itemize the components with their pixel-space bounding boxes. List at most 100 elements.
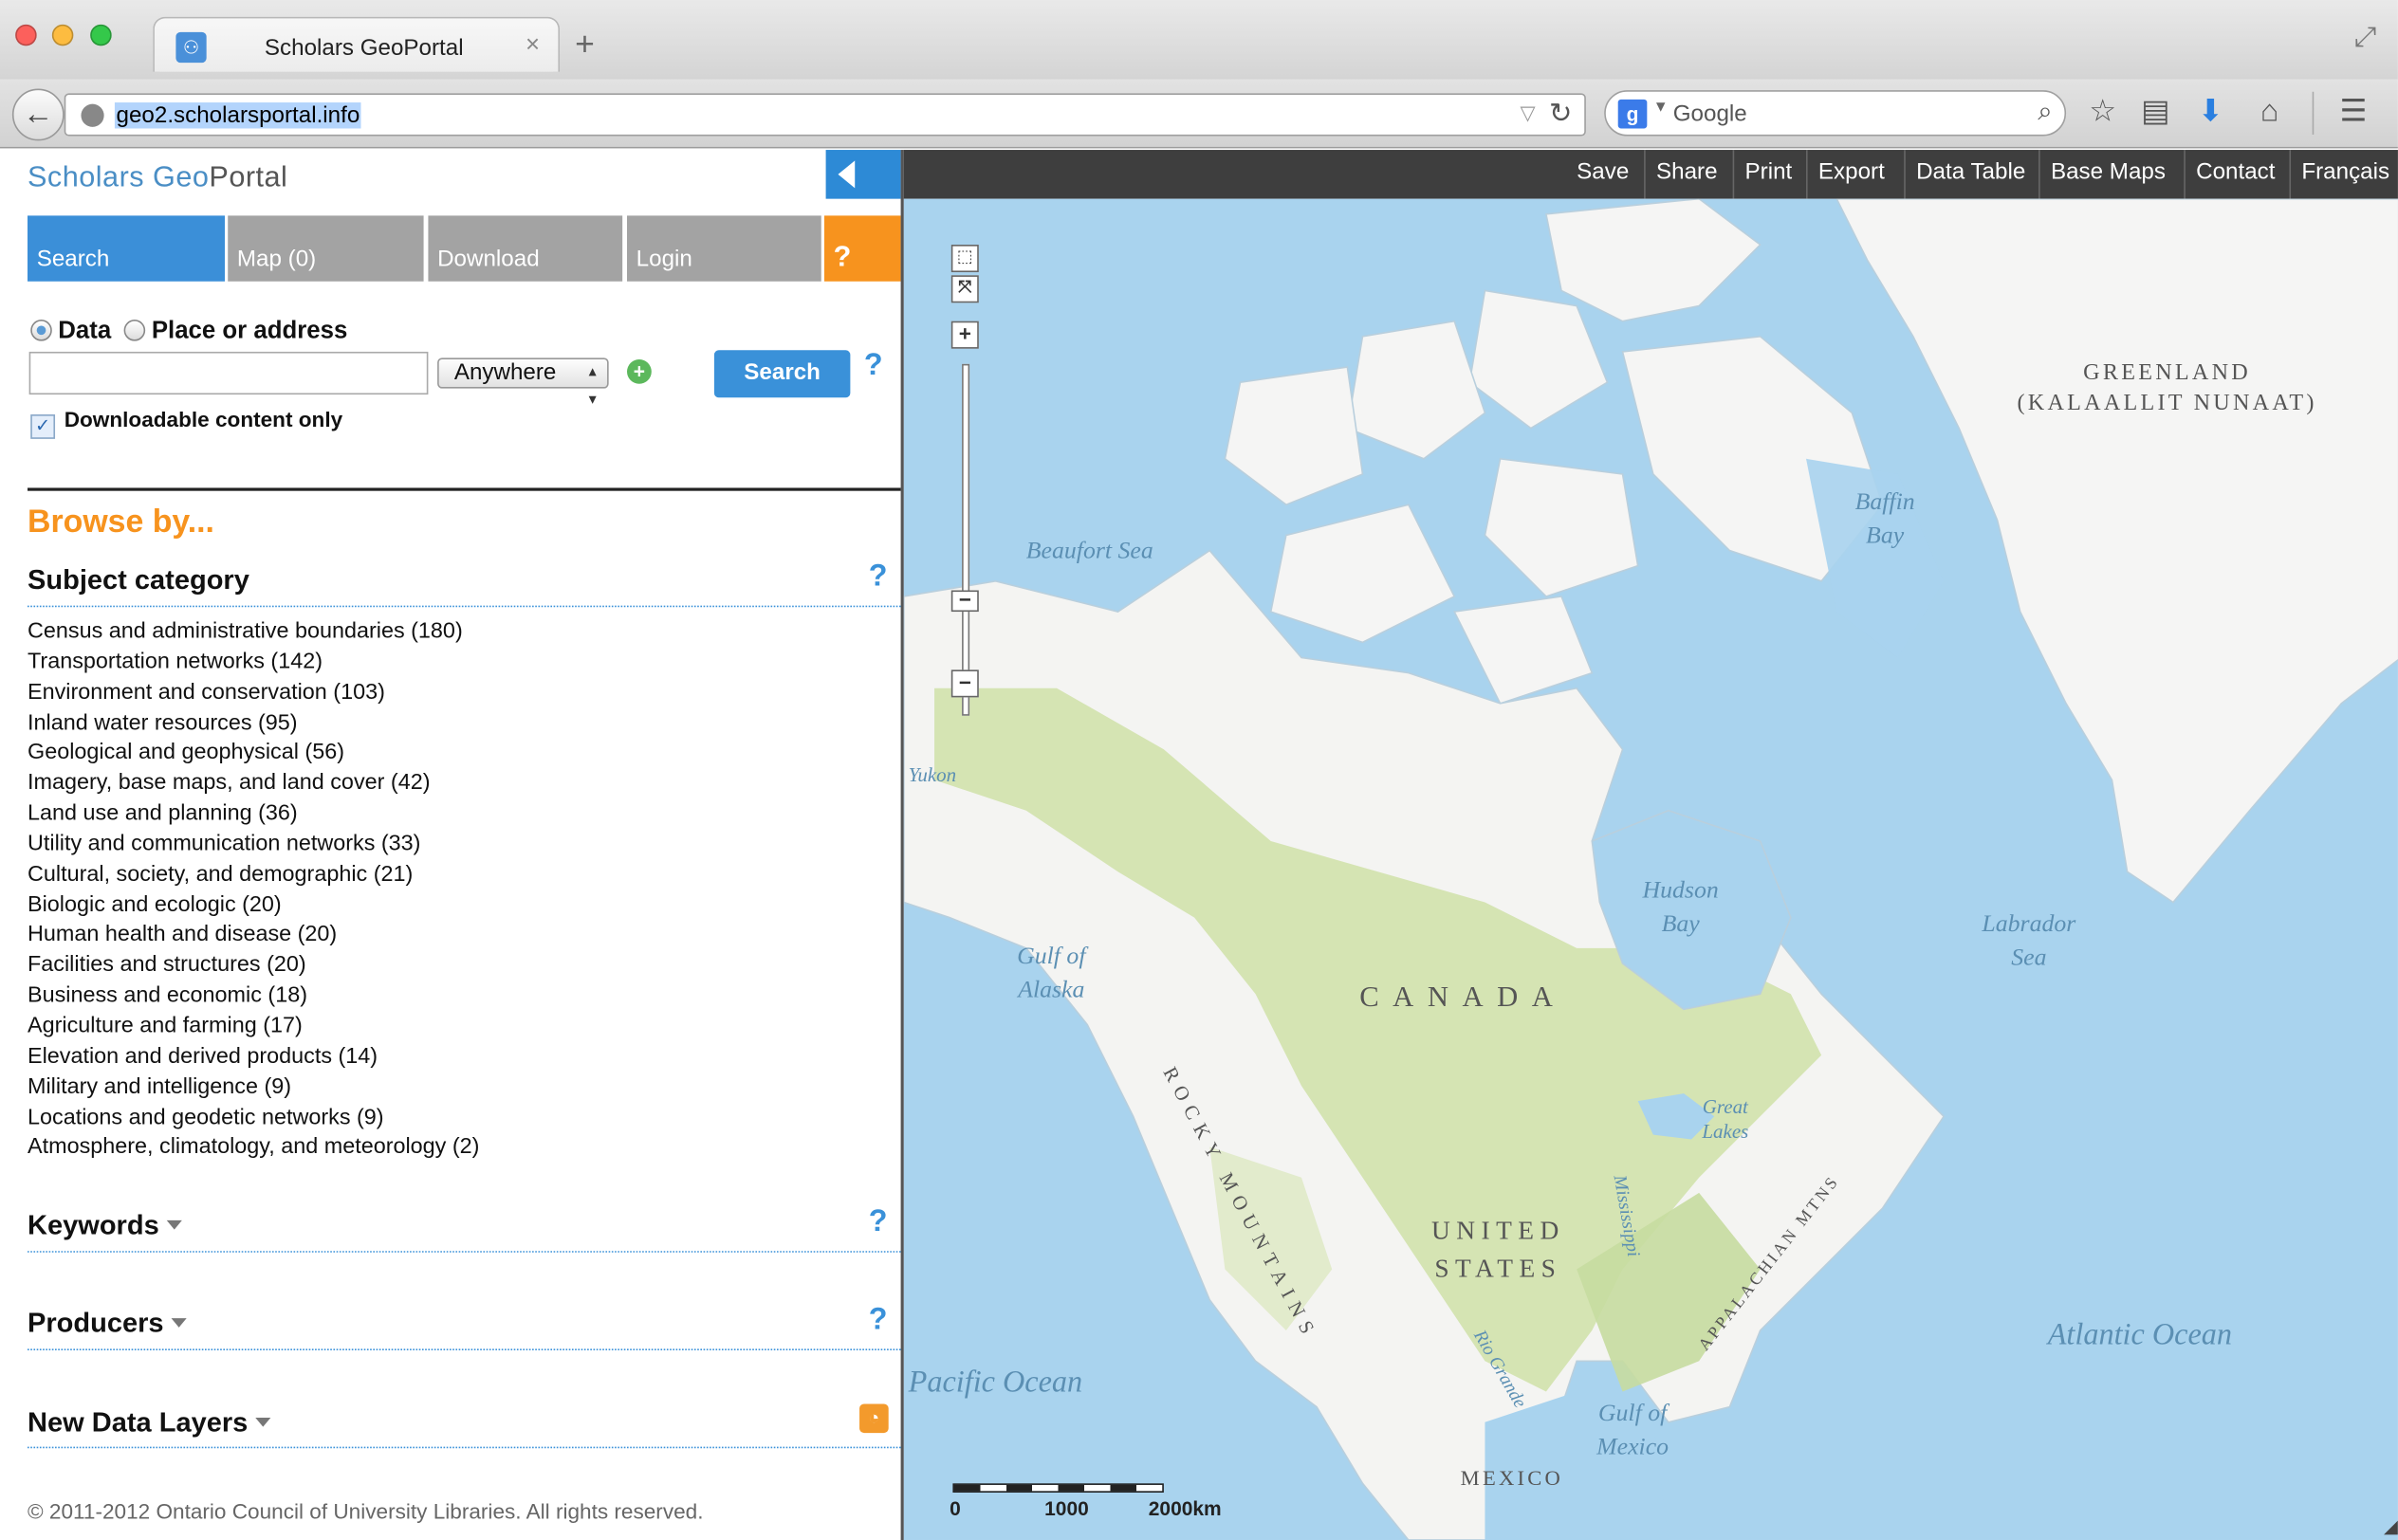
browser-search-bar[interactable]: g ▼ Google ⌕ [1604,90,2067,137]
full-extent-icon[interactable]: ⤧ [950,275,979,303]
map-label-labrador-sea-1: Labrador [1982,911,2076,938]
radio-place[interactable] [123,320,146,341]
chevron-down-icon [255,1417,271,1427]
map-label-great-lakes: Great Lakes [1702,1095,1748,1145]
browser-tab[interactable]: ⚇ Scholars GeoPortal × [153,16,561,72]
downloadable-label: Downloadable content only [64,406,343,431]
category-item[interactable]: Human health and disease (20) [28,920,479,950]
address-bar[interactable]: geo2.scholarsportal.info ▽ ↻ [64,93,1586,137]
home-icon[interactable]: ⌂ [2260,95,2278,128]
url-text[interactable]: geo2.scholarsportal.info [114,102,361,129]
category-item[interactable]: Utility and communication networks (33) [28,829,479,859]
sidebar-tabs: Search Map (0) Download Login ? [28,215,901,282]
reload-icon[interactable]: ↻ [1549,98,1572,130]
downloadable-checkbox[interactable]: ✓ [30,414,56,439]
section-divider [28,1348,901,1351]
radio-data[interactable] [30,320,52,341]
category-item[interactable]: Land use and planning (36) [28,798,479,829]
tab-map[interactable]: Map (0) [228,215,424,282]
data-table-button[interactable]: Data Table [1904,150,2025,199]
map-label-gulf-of-alaska-1: Gulf of [1017,944,1086,970]
zoom-out-button[interactable]: − [950,669,979,698]
category-item[interactable]: Elevation and derived products (14) [28,1041,479,1072]
map-toolbar: Save Share Print Export Data Table Base … [903,150,2398,199]
map-label-greenland-1: GREENLAND [2083,360,2251,386]
map-canvas[interactable]: Beaufort Sea Yukon Baffin Bay Hudson Bay L… [903,198,2398,1540]
divider [28,487,901,491]
category-item[interactable]: Imagery, base maps, and land cover (42) [28,768,479,798]
keywords-heading[interactable]: Keywords [28,1210,182,1242]
category-item[interactable]: Locations and geodetic networks (9) [28,1102,479,1132]
reader-icon[interactable]: ▤ [2141,95,2169,128]
category-item[interactable]: Census and administrative boundaries (18… [28,616,479,647]
engine-dropdown-icon[interactable]: ▼ [1653,100,1669,117]
map-label-gulf-of-mexico-2: Mexico [1596,1434,1669,1461]
location-select[interactable]: Anywhere ▴ ▾ [437,358,609,409]
map-label-great-lakes-2: Lakes [1702,1119,1749,1143]
menu-icon[interactable]: ☰ [2340,95,2368,128]
chevron-down-icon [171,1318,187,1328]
fullscreen-icon[interactable]: ⤢ [2354,22,2376,54]
search-help-icon[interactable]: ? [864,349,883,384]
category-list: Census and administrative boundaries (18… [28,616,479,1163]
rss-feed-icon[interactable]: ◔ [859,1403,889,1434]
map-label-baffin-bay: Baffin Bay [1855,486,1915,554]
contact-button[interactable]: Contact [2184,150,2275,199]
bookmark-star-icon[interactable]: ☆ [2089,95,2116,128]
maximize-window-button[interactable] [90,24,112,46]
print-button[interactable]: Print [1732,150,1792,199]
zoom-in-button[interactable]: + [950,321,979,349]
category-item[interactable]: Biologic and ecologic (20) [28,889,479,920]
category-item[interactable]: Atmosphere, climatology, and meteorology… [28,1132,479,1163]
map-label-hudson-bay: Hudson Bay [1643,874,1719,942]
site-logo[interactable]: Scholars GeoPortal [28,162,287,195]
tab-login[interactable]: Login [627,215,821,282]
export-button[interactable]: Export [1806,150,1885,199]
zoom-box-icon[interactable]: ⬚ [950,245,979,273]
category-item[interactable]: Military and intelligence (9) [28,1072,479,1102]
download-icon[interactable]: ⬇ [2198,95,2223,128]
zoom-slider-track[interactable] [962,363,970,716]
google-icon[interactable]: g [1617,99,1648,129]
save-button[interactable]: Save [1566,150,1629,199]
producers-help-icon[interactable]: ? [869,1303,888,1338]
map-label-mexico: MEXICO [1460,1468,1564,1492]
share-button[interactable]: Share [1644,150,1718,199]
category-item[interactable]: Transportation networks (142) [28,647,479,677]
new-data-layers-heading[interactable]: New Data Layers [28,1407,271,1439]
search-icon[interactable]: ⌕ [2038,97,2052,127]
select-arrows-icon: ▴ ▾ [588,363,597,409]
category-item[interactable]: Environment and conservation (103) [28,677,479,707]
category-item[interactable]: Cultural, society, and demographic (21) [28,859,479,889]
subject-help-icon[interactable]: ? [869,559,888,595]
radio-place-label: Place or address [151,318,348,344]
base-maps-button[interactable]: Base Maps [2038,150,2166,199]
tab-close-icon[interactable]: × [526,32,540,60]
close-window-button[interactable] [15,24,37,46]
language-button[interactable]: Français [2289,150,2389,199]
category-item[interactable]: Inland water resources (95) [28,707,479,738]
category-item[interactable]: Agriculture and farming (17) [28,1011,479,1041]
category-item[interactable]: Facilities and structures (20) [28,950,479,981]
collapse-panel-button[interactable] [825,150,901,199]
search-button[interactable]: Search [713,350,851,398]
add-filter-icon[interactable]: + [627,358,652,384]
tab-download[interactable]: Download [428,215,623,282]
map-label-united-states-1: UNITED [1431,1216,1565,1245]
zoom-slider-handle[interactable]: − [950,589,979,613]
keywords-help-icon[interactable]: ? [869,1205,888,1240]
category-item[interactable]: Geological and geophysical (56) [28,738,479,768]
toolbar-divider [2312,91,2315,135]
resize-grip-icon[interactable]: ◢ [2384,1515,2398,1537]
producers-heading[interactable]: Producers [28,1308,187,1340]
tab-help[interactable]: ? [823,215,901,282]
search-placeholder[interactable]: Google [1673,101,1747,126]
search-input[interactable] [28,351,429,395]
category-item[interactable]: Business and economic (18) [28,981,479,1011]
browser-navbar: ← geo2.scholarsportal.info ▽ ↻ g ▼ Googl… [0,79,2398,149]
url-dropdown-icon[interactable]: ▽ [1521,101,1536,125]
tab-search[interactable]: Search [28,215,225,282]
minimize-window-button[interactable] [51,24,74,46]
back-icon[interactable]: ← [11,88,65,141]
new-tab-button[interactable]: + [575,27,595,61]
